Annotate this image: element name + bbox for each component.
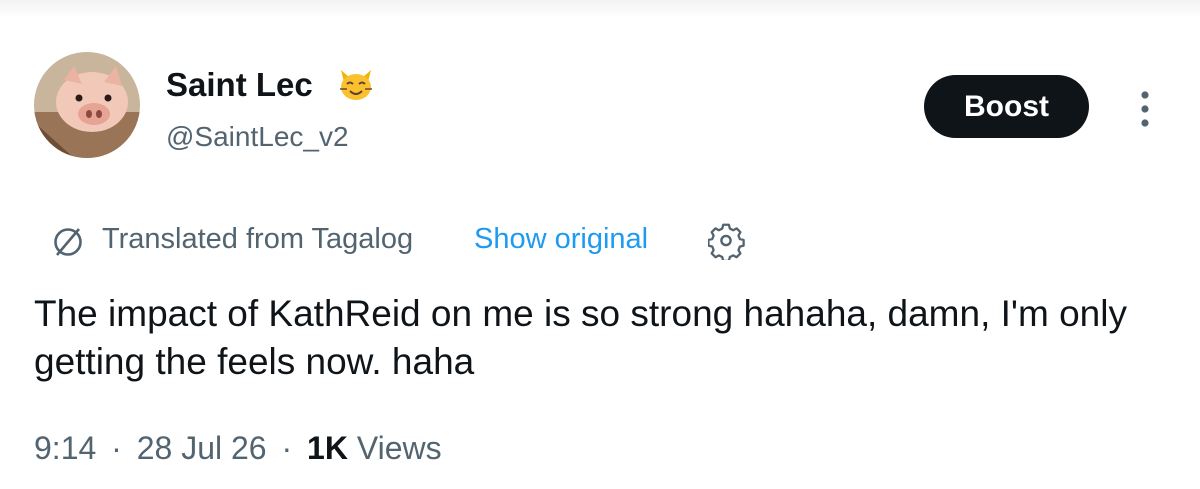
display-name[interactable]: Saint Lec [166,66,313,104]
views-label: Views [356,430,442,466]
translated-from-label: Translated from Tagalog [102,223,414,255]
meta-separator: · [281,430,293,466]
vertical-ellipsis-icon[interactable] [1128,88,1162,130]
meta-separator: · [111,430,122,466]
top-bar [0,0,1200,18]
user-handle[interactable]: @SaintLec_v2 [166,120,349,154]
gear-icon[interactable] [707,222,746,262]
tweet-date[interactable]: 28 Jul 26 [137,430,267,466]
piglet-avatar-image [34,52,140,158]
translation-bar: Translated from Tagalog Show original [46,218,766,262]
boost-button[interactable]: Boost [924,75,1089,138]
avatar[interactable] [34,52,140,158]
cat-emoji-icon [336,64,376,104]
globe-icon [50,224,86,260]
tweet-meta: 9:14 · 28 Jul 26 · 1K Views [34,428,442,468]
views-count: 1K [307,430,348,466]
show-original-link[interactable]: Show original [474,221,648,257]
tweet-text: The impact of KathReid on me is so stron… [34,293,1127,382]
tweet-time[interactable]: 9:14 [34,430,96,466]
